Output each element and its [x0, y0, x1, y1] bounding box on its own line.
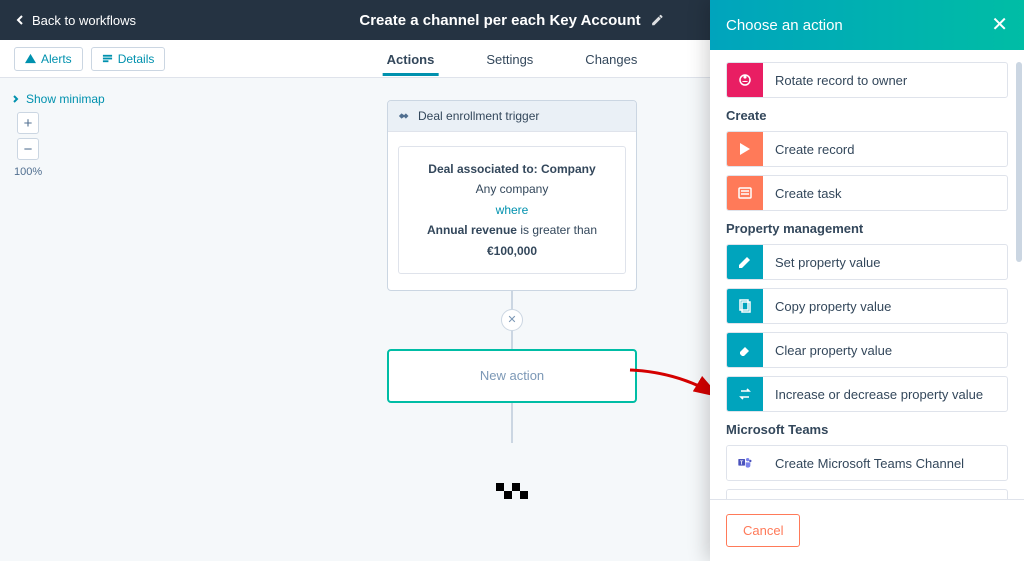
trigger-head: Deal enrollment trigger: [388, 101, 636, 132]
close-panel-button[interactable]: ✕: [991, 15, 1008, 35]
new-action-card[interactable]: New action: [387, 349, 637, 403]
edit-title-icon[interactable]: [651, 13, 665, 27]
tabs: Actions Settings Changes: [383, 42, 642, 75]
tab-actions[interactable]: Actions: [383, 42, 439, 75]
action-set-property[interactable]: Set property value: [726, 244, 1008, 280]
details-button[interactable]: Details: [91, 47, 166, 71]
panel-footer: Cancel: [710, 499, 1024, 561]
action-panel: Choose an action ✕ Rotate record to owne…: [710, 0, 1024, 561]
teams-icon: [727, 445, 763, 481]
assoc-line: Deal associated to: Company: [407, 159, 617, 179]
zoom-out-button[interactable]: −: [17, 138, 39, 160]
action-create-task[interactable]: Create task: [726, 175, 1008, 211]
panel-title: Choose an action: [726, 17, 843, 34]
trigger-card[interactable]: Deal enrollment trigger Deal associated …: [387, 100, 637, 291]
alerts-button[interactable]: Alerts: [14, 47, 83, 71]
page-title: Create a channel per each Key Account: [359, 12, 640, 29]
action-label: Copy property value: [763, 299, 891, 314]
action-label: Create task: [763, 186, 841, 201]
action-clear-property[interactable]: Clear property value: [726, 332, 1008, 368]
action-create-teams-channel[interactable]: Create Microsoft Teams Channel: [726, 445, 1008, 481]
task-icon: [727, 175, 763, 211]
tab-settings[interactable]: Settings: [482, 42, 537, 75]
panel-header: Choose an action ✕: [710, 0, 1024, 50]
page-title-wrap: Create a channel per each Key Account: [359, 12, 664, 29]
back-label: Back to workflows: [32, 13, 136, 28]
action-send-teams-notif[interactable]: Send Microsoft Teams Notifications: [726, 489, 1008, 499]
zoom-in-button[interactable]: +: [17, 112, 39, 134]
any-company: Any company: [407, 179, 617, 199]
action-label: Increase or decrease property value: [763, 387, 983, 402]
new-action-label: New action: [480, 368, 544, 383]
swap-icon: [727, 376, 763, 412]
action-rotate-owner[interactable]: Rotate record to owner: [726, 62, 1008, 98]
trigger-body: Deal associated to: Company Any company …: [388, 132, 636, 290]
trigger-title: Deal enrollment trigger: [418, 109, 539, 123]
back-to-workflows[interactable]: Back to workflows: [16, 13, 136, 28]
zoom-level: 100%: [14, 166, 42, 178]
alerts-label: Alerts: [41, 52, 72, 66]
action-inc-dec-property[interactable]: Increase or decrease property value: [726, 376, 1008, 412]
connector-line: [511, 403, 513, 443]
teams-icon: [727, 489, 763, 499]
eraser-icon: [727, 332, 763, 368]
zoom-controls: + − 100%: [14, 112, 42, 178]
action-label: Create record: [763, 142, 854, 157]
warning-icon: [25, 53, 36, 64]
details-icon: [102, 53, 113, 64]
group-label: Property management: [726, 221, 1008, 236]
workflow-flow: Deal enrollment trigger Deal associated …: [387, 100, 637, 499]
end-marker: [496, 483, 528, 499]
connector-line: [511, 291, 513, 309]
action-label: Create Microsoft Teams Channel: [763, 456, 964, 471]
action-label: Rotate record to owner: [763, 73, 907, 88]
edit-icon: [727, 244, 763, 280]
toolbar-left: Alerts Details: [0, 47, 165, 71]
revenue-value: €100,000: [407, 241, 617, 261]
minimap-label: Show minimap: [26, 92, 105, 106]
tab-changes[interactable]: Changes: [581, 42, 641, 75]
details-label: Details: [118, 52, 155, 66]
where-keyword: where: [407, 200, 617, 220]
create-icon: [727, 131, 763, 167]
show-minimap-toggle[interactable]: Show minimap: [12, 92, 105, 106]
group-label: Create: [726, 108, 1008, 123]
action-copy-property[interactable]: Copy property value: [726, 288, 1008, 324]
chevron-left-icon: [16, 15, 26, 25]
handshake-icon: [398, 109, 412, 123]
action-create-record[interactable]: Create record: [726, 131, 1008, 167]
group-label: Microsoft Teams: [726, 422, 1008, 437]
chevron-right-icon: [12, 95, 20, 103]
action-label: Set property value: [763, 255, 881, 270]
trigger-criteria[interactable]: Deal associated to: Company Any company …: [398, 146, 626, 274]
connector-line: [511, 331, 513, 349]
copy-icon: [727, 288, 763, 324]
rotate-icon: [727, 62, 763, 98]
cancel-button[interactable]: Cancel: [726, 514, 800, 547]
action-label: Clear property value: [763, 343, 892, 358]
remove-branch-button[interactable]: ✕: [501, 309, 523, 331]
panel-body[interactable]: Rotate record to owner Create Create recor…: [710, 50, 1024, 499]
revenue-condition: Annual revenue is greater than: [407, 220, 617, 240]
